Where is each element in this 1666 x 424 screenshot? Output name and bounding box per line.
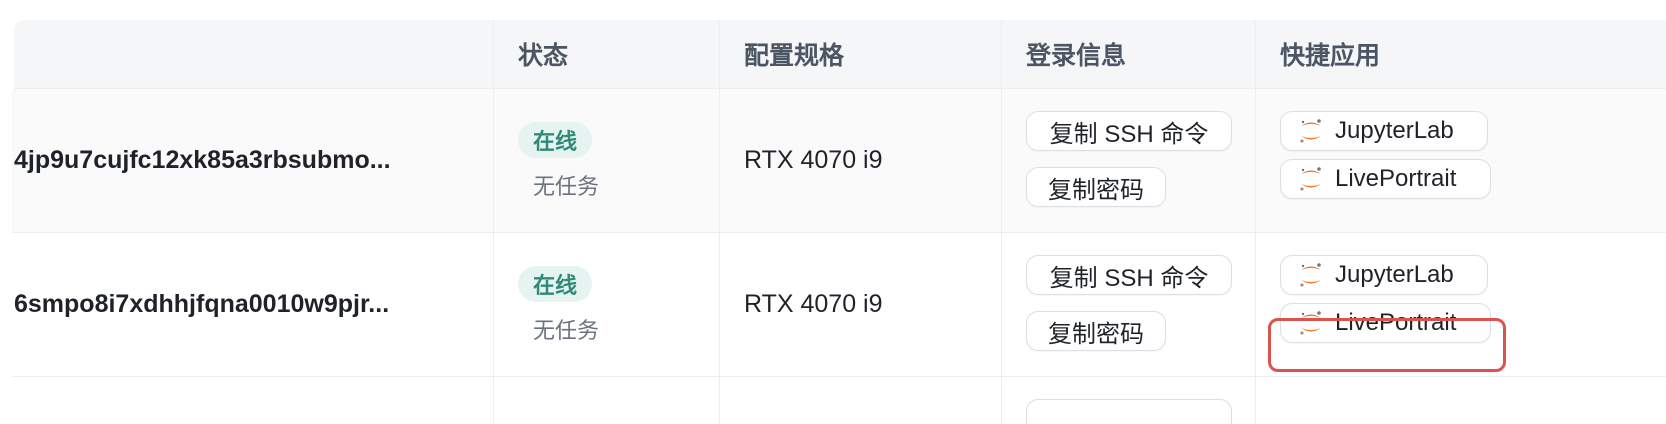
- column-divider: [1255, 20, 1256, 424]
- instance-table: 状态 配置规格 登录信息 快捷应用 4jp9u7cujfc12xk85a3rbs…: [12, 20, 1666, 424]
- column-divider: [493, 20, 494, 424]
- app-label: LivePortrait: [1335, 165, 1457, 192]
- copy-password-button[interactable]: 复制密码: [1026, 311, 1166, 351]
- spec-value: RTX 4070 i9: [744, 290, 883, 318]
- app-button-liveportrait[interactable]: LivePortrait: [1280, 303, 1491, 343]
- task-status: 无任务: [533, 174, 600, 199]
- app-label: LivePortrait: [1335, 309, 1457, 336]
- jupyter-icon: [1297, 117, 1325, 145]
- jupyter-icon: [1297, 261, 1325, 289]
- copy-ssh-button[interactable]: 复制 SSH 命令: [1026, 111, 1232, 151]
- table-row: 4jp9u7cujfc12xk85a3rbsubmo... 在线 无任务 RTX…: [12, 89, 1666, 233]
- app-button-jupyterlab[interactable]: JupyterLab: [1280, 111, 1488, 151]
- status-badge: 在线: [518, 122, 592, 158]
- column-divider: [719, 20, 720, 424]
- app-button-liveportrait[interactable]: LivePortrait: [1280, 159, 1491, 199]
- column-header-login: 登录信息: [1026, 42, 1127, 70]
- jupyter-icon: [1297, 309, 1325, 337]
- column-divider: [1001, 20, 1002, 424]
- instance-name[interactable]: 6smpo8i7xdhhjfqna0010w9pjr...: [14, 233, 484, 376]
- table-row: [12, 377, 1666, 424]
- app-button-jupyterlab[interactable]: JupyterLab: [1280, 255, 1488, 295]
- column-header-spec: 配置规格: [744, 42, 845, 70]
- spec-value: RTX 4070 i9: [744, 146, 883, 174]
- instance-name[interactable]: 4jp9u7cujfc12xk85a3rbsubmo...: [14, 89, 484, 232]
- copy-ssh-button-partial[interactable]: [1026, 399, 1232, 424]
- table-row: 6smpo8i7xdhhjfqna0010w9pjr... 在线 无任务 RTX…: [12, 233, 1666, 377]
- status-badge: 在线: [518, 266, 592, 302]
- app-label: JupyterLab: [1335, 117, 1454, 144]
- jupyter-icon: [1297, 165, 1325, 193]
- app-label: JupyterLab: [1335, 261, 1454, 288]
- column-header-status: 状态: [518, 42, 569, 70]
- copy-password-button[interactable]: 复制密码: [1026, 167, 1166, 207]
- copy-ssh-button[interactable]: 复制 SSH 命令: [1026, 255, 1232, 295]
- column-header-apps: 快捷应用: [1280, 42, 1381, 70]
- task-status: 无任务: [533, 318, 600, 343]
